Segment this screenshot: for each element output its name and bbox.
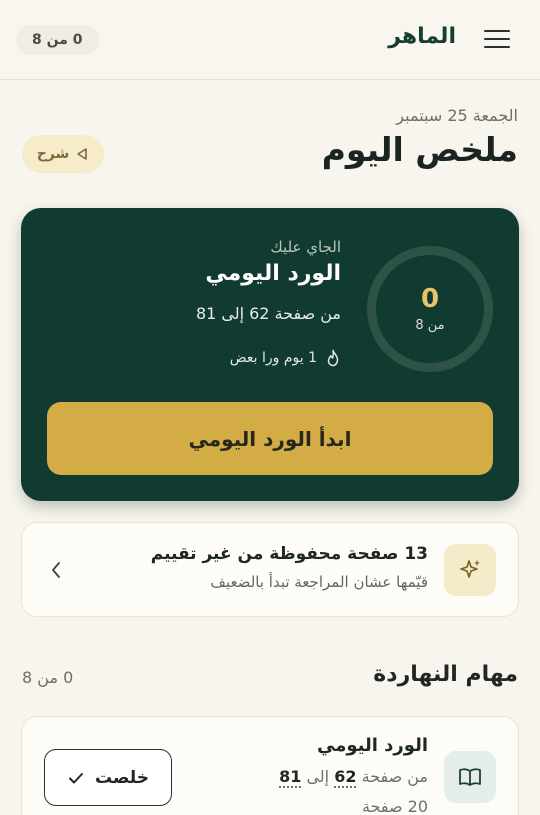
progress-ring-value: 0: [420, 283, 440, 314]
app-header: الماهر 0 من 8: [0, 0, 540, 80]
play-icon: [77, 148, 88, 160]
done-label: خلصت: [95, 767, 149, 788]
task-range-prefix: من صفحة: [361, 767, 428, 786]
task-title: الورد اليومي: [317, 735, 428, 756]
upcoming-label: الجاي عليك: [270, 238, 341, 256]
sparkle-icon-box: [444, 544, 496, 596]
daily-wird-title: الورد اليومي: [205, 261, 341, 286]
hamburger-icon[interactable]: [484, 27, 510, 51]
task-range: من صفحة 62 إلى 81: [279, 767, 428, 788]
task-range-start: 62: [334, 767, 357, 788]
sparkle-icon: [460, 560, 480, 578]
book-icon-box: [444, 751, 496, 803]
daily-wird-card: 0 من 8 الجاي عليك الورد اليومي من صفحة 6…: [21, 208, 519, 501]
unrated-pages-card[interactable]: 13 صفحة محفوظة من غير تقييم قيّمها عشان …: [21, 522, 519, 617]
streak-indicator: 1 يوم ورا بعض: [230, 349, 341, 367]
chevron-left-icon: [52, 562, 60, 578]
page-title: ملخص اليوم: [321, 130, 518, 169]
task-card: الورد اليومي من صفحة 62 إلى 81 20 صفحة خ…: [21, 716, 519, 815]
start-daily-wird-button[interactable]: ابدأ الورد اليومي: [47, 402, 493, 475]
task-pages: 20 صفحة: [361, 797, 428, 815]
task-range-mid: إلى: [306, 767, 330, 786]
progress-count-pill: 0 من 8: [16, 25, 99, 55]
mark-done-button[interactable]: خلصت: [44, 749, 172, 806]
app-brand: الماهر: [388, 24, 456, 49]
explain-label: شرح: [36, 146, 70, 162]
current-date: الجمعة 25 سبتمبر: [396, 106, 518, 125]
progress-ring-total: من 8: [415, 317, 445, 333]
unrated-pages-subtitle: قيّمها عشان المراجعة تبدأ بالضعيف: [210, 573, 428, 591]
streak-text: 1 يوم ورا بعض: [229, 350, 317, 366]
unrated-pages-title: 13 صفحة محفوظة من غير تقييم: [150, 544, 428, 564]
checkmark-icon: [69, 772, 84, 783]
task-range-end: 81: [279, 767, 302, 788]
explain-button[interactable]: شرح: [22, 135, 104, 173]
progress-ring: 0 من 8: [367, 246, 493, 372]
book-icon: [459, 768, 481, 786]
tasks-heading: مهام النهاردة: [373, 662, 518, 687]
daily-wird-range: من صفحة 62 إلى 81: [195, 304, 341, 323]
tasks-count: 0 من 8: [22, 668, 74, 687]
flame-icon: [327, 349, 339, 367]
